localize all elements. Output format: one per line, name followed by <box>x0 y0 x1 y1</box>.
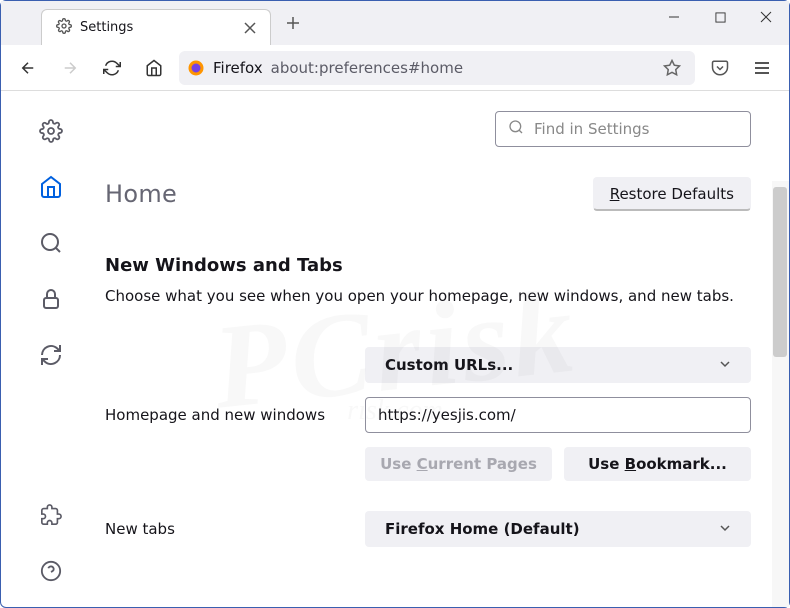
use-bookmark-button[interactable]: Use Bookmark... <box>564 447 751 481</box>
pocket-button[interactable] <box>703 51 737 85</box>
homepage-label: Homepage and new windows <box>105 406 345 424</box>
sidebar-item-home[interactable] <box>35 171 67 203</box>
page-title: Home <box>105 180 177 208</box>
bookmark-star-button[interactable] <box>657 53 687 83</box>
close-tab-button[interactable] <box>240 18 260 38</box>
firefox-icon <box>187 59 205 77</box>
content-area: Find in Settings Home Restore Defaults N… <box>101 91 789 607</box>
window-controls <box>651 1 789 33</box>
close-window-button[interactable] <box>743 1 789 33</box>
search-placeholder: Find in Settings <box>534 120 649 138</box>
url-bar[interactable]: Firefox about:preferences#home <box>179 51 695 85</box>
chevron-down-icon <box>719 356 731 374</box>
newtabs-label: New tabs <box>105 520 345 538</box>
home-button[interactable] <box>137 51 171 85</box>
tab-strip: Settings <box>1 1 309 45</box>
category-sidebar <box>1 91 101 607</box>
forward-button[interactable] <box>53 51 87 85</box>
nav-toolbar: Firefox about:preferences#home <box>1 45 789 91</box>
search-icon <box>508 119 524 139</box>
sidebar-item-privacy[interactable] <box>35 283 67 315</box>
new-tab-button[interactable] <box>277 7 309 39</box>
restore-defaults-button[interactable]: Restore Defaults <box>593 177 751 211</box>
reload-button[interactable] <box>95 51 129 85</box>
restore-label: estore Defaults <box>619 185 734 203</box>
sidebar-item-help[interactable] <box>35 555 67 587</box>
homepage-mode-select[interactable]: Custom URLs... <box>365 347 751 383</box>
tab-title: Settings <box>80 20 133 35</box>
find-in-settings-search[interactable]: Find in Settings <box>495 111 751 147</box>
url-text: about:preferences#home <box>271 59 463 77</box>
newtabs-mode-select[interactable]: Firefox Home (Default) <box>365 511 751 547</box>
maximize-button[interactable] <box>697 1 743 33</box>
url-prefix: Firefox <box>213 59 263 77</box>
use-current-pages-button[interactable]: Use Current Pages <box>365 447 552 481</box>
gear-icon <box>56 18 72 38</box>
section-description: Choose what you see when you open your h… <box>105 286 751 307</box>
sidebar-item-general[interactable] <box>35 115 67 147</box>
homepage-url-input[interactable] <box>365 397 751 433</box>
titlebar: Settings <box>1 1 789 45</box>
sidebar-item-search[interactable] <box>35 227 67 259</box>
browser-tab-settings[interactable]: Settings <box>41 9 271 45</box>
minimize-button[interactable] <box>651 1 697 33</box>
back-button[interactable] <box>11 51 45 85</box>
sidebar-item-sync[interactable] <box>35 339 67 371</box>
select-value: Custom URLs... <box>385 356 513 374</box>
section-heading: New Windows and Tabs <box>105 255 751 276</box>
preferences-page: Find in Settings Home Restore Defaults N… <box>1 91 789 607</box>
app-menu-button[interactable] <box>745 51 779 85</box>
select-value: Firefox Home (Default) <box>385 520 580 538</box>
chevron-down-icon <box>719 520 731 538</box>
sidebar-item-extensions[interactable] <box>35 499 67 531</box>
